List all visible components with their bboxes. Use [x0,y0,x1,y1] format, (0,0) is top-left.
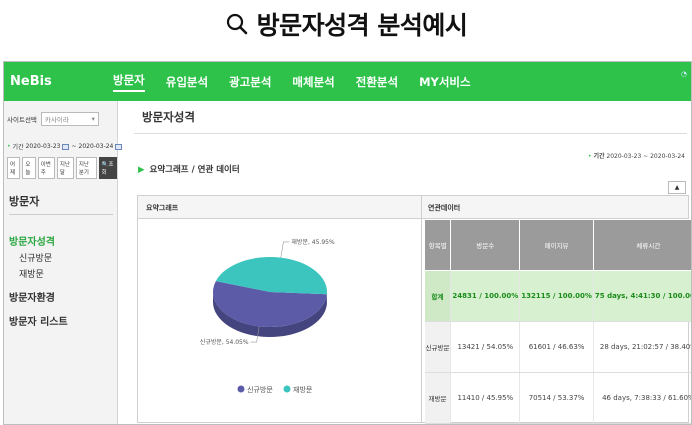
legend-label-0[interactable]: 신규방문 [247,385,273,394]
bullet-icon: • [7,143,11,150]
nav-inflow-analysis[interactable]: 유입분석 [166,74,208,90]
section-subtitle-text: 요약그래프 / 연관 데이터 [149,165,240,175]
chevron-down-icon: ▾ [91,115,95,123]
period-button-row: 어제 오늘 이번주 지난달 지난분기 🔍조회 [7,157,117,179]
pie-slice-label-0: 신규방문, 54.05% [200,338,249,346]
site-select-dropdown[interactable]: 카사이라 ▾ [40,112,99,126]
content-period-text: 2020-03-23 ~ 2020-03-24 [606,153,685,160]
nav-media-analysis[interactable]: 매체분석 [292,74,334,90]
collapse-button[interactable]: ▲ [668,181,686,194]
site-select-value: 카사이라 [44,116,69,124]
summary-panel: 요약그래프 연관데이터 신규방문, 54.05% 재방문, 45.95% 신규방문 재… [137,195,691,424]
main-nav: 방문자 유입분석 광고분석 매체분석 전환분석 MY서비스 [113,62,492,101]
table-cell: 46 days, 7:38:33 / 61.60% [593,372,691,424]
panel-divider [421,196,422,422]
legend-marker-0 [237,385,245,393]
period-separator: ~ [71,143,77,150]
panel-header: 요약그래프 연관데이터 [138,196,688,219]
table-cell: 13421 / 54.05% [450,321,521,373]
calendar-icon[interactable] [62,143,70,150]
table-row: 재방문 11410 / 45.95% 70514 / 53.37% 46 day… [424,372,691,424]
period-last-quarter-button[interactable]: 지난분기 [75,157,97,179]
bullet-icon: • [587,153,592,160]
table-cell: 132115 / 100.00% [519,270,594,322]
content-period: • 기간 2020-03-23 ~ 2020-03-24 [588,151,685,160]
table-row: 신규방문 13421 / 54.05% 61601 / 46.63% 28 da… [424,321,691,373]
period-search-button[interactable]: 🔍조회 [98,157,117,179]
app-window: NeBis 방문자 유입분석 광고분석 매체분석 전환분석 MY서비스 ◔ 사이… [3,61,692,425]
triangle-right-icon: ▶ [138,165,145,175]
nav-visitor[interactable]: 방문자 [113,72,145,92]
table-header-duration: 체류시간 [592,219,691,271]
site-select-row: 사이트선택 카사이라 ▾ [7,112,99,126]
table-row-label: 신규방문 [424,321,452,373]
table-header-visits: 방문수 [450,219,521,271]
table-row-label: 합계 [424,270,452,322]
sidebar-item-revisit[interactable]: 재방문 [19,267,44,280]
sidebar: 사이트선택 카사이라 ▾ • 기간 2020-03-23 ~ 2020-03-2… [4,101,123,424]
period-to-date[interactable]: 2020-03-24 [79,143,114,150]
nav-conversion-analysis[interactable]: 전환분석 [356,74,398,90]
title-divider [134,133,687,134]
period-today-button[interactable]: 오늘 [22,157,36,179]
table-panel-title: 연관데이터 [428,204,461,212]
table-cell: 75 days, 4:41:30 / 100.00% [593,270,691,322]
period-last-month-button[interactable]: 지난달 [56,157,74,179]
pie-chart-area: 신규방문, 54.05% 재방문, 45.95% 신규방문 재방문 [138,218,421,422]
sidebar-divider [9,214,113,215]
table-cell: 61601 / 46.63% [519,321,594,373]
sidebar-section-title: 방문자 [9,195,40,208]
search-icon [226,13,247,35]
content-period-label: 기간 [593,153,605,160]
period-from-date[interactable]: 2020-03-23 [26,143,61,150]
nav-ad-analysis[interactable]: 광고분석 [229,74,271,90]
data-table: 항목별 방문수 페이지뷰 체류시간 합계 24831 / 100.00% 132… [423,219,691,424]
table-row-label: 재방문 [424,372,452,424]
top-right-link-icon[interactable]: ◔ [681,70,687,78]
sidebar-item-visitor-environment[interactable]: 방문자환경 [9,289,55,304]
main-content: 방문자성격 • 기간 2020-03-23 ~ 2020-03-24 ▶ 요약그… [118,101,691,424]
section-subtitle: ▶ 요약그래프 / 연관 데이터 [138,163,240,175]
table-header-pageviews: 페이지뷰 [519,219,594,271]
site-select-label: 사이트선택 [7,116,37,124]
pie-slice-label-1: 재방문, 45.95% [291,238,335,246]
sidebar-item-visitor-list[interactable]: 방문자 리스트 [9,313,68,328]
content-title: 방문자성격 [142,110,195,124]
related-data-table: 항목별 방문수 페이지뷰 체류시간 합계 24831 / 100.00% 132… [423,219,691,424]
table-cell: 70514 / 53.37% [519,372,594,424]
legend-marker-1 [283,385,291,393]
table-header-category: 항목별 [423,219,452,271]
top-navigation-bar: NeBis 방문자 유입분석 광고분석 매체분석 전환분석 MY서비스 ◔ [4,62,691,101]
pie-chart: 신규방문, 54.05% 재방문, 45.95% 신규방문 재방문 [200,238,335,394]
sidebar-item-new-visit[interactable]: 신규방문 [19,251,52,264]
period-this-week-button[interactable]: 이번주 [37,157,55,179]
table-cell: 28 days, 21:02:57 / 38.40% [593,321,691,373]
table-cell: 11410 / 45.95% [450,372,521,424]
period-label: 기간 [12,144,24,151]
sidebar-item-visitor-type[interactable]: 방문자성격 [9,233,55,248]
period-yesterday-button[interactable]: 어제 [7,157,21,179]
pie-label-leader-1 [280,241,290,258]
table-cell: 24831 / 100.00% [450,270,521,322]
table-header-row: 항목별 방문수 페이지뷰 체류시간 [423,219,691,271]
legend-label-1[interactable]: 재방문 [293,385,313,394]
page-heading-title: 방문자성격 분석예시 [256,11,468,40]
app-logo[interactable]: NeBis [10,74,52,89]
chart-panel-title: 요약그래프 [146,204,179,212]
period-row: • 기간 2020-03-23 ~ 2020-03-24 [7,142,123,151]
nav-my-service[interactable]: MY서비스 [419,74,471,90]
table-row-total: 합계 24831 / 100.00% 132115 / 100.00% 75 d… [424,270,691,322]
page-heading: 방문자성격 분석예시 [0,0,692,48]
